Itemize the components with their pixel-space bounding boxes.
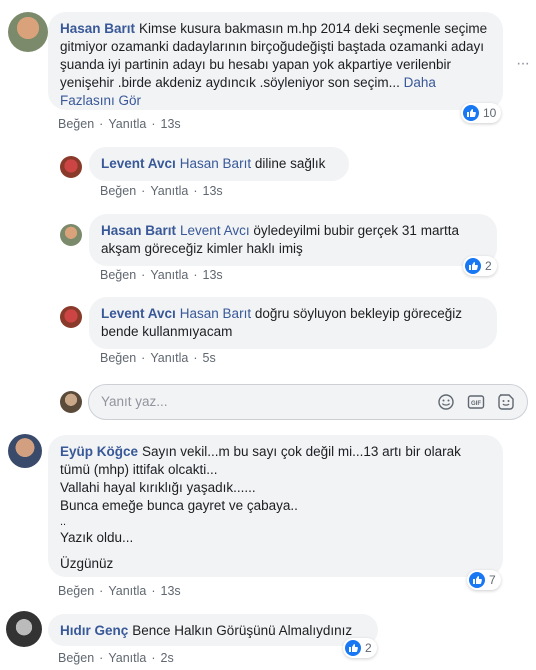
more-options-icon[interactable]: ··· (516, 55, 530, 73)
reply-button[interactable]: Yanıtla (150, 351, 188, 365)
user-avatar (60, 391, 82, 413)
sticker-icon[interactable] (497, 393, 515, 411)
like-icon (469, 572, 485, 588)
timestamp[interactable]: 13s (203, 268, 223, 282)
reply-button[interactable]: Yanıtla (108, 651, 146, 665)
mention-tag[interactable]: Hasan Barıt (180, 156, 251, 171)
comment-text: Yazık oldu... (60, 530, 134, 545)
comment-bubble: Hasan Barıt Kimse kusura bakmasın m.hp 20… (48, 12, 503, 110)
reaction-count: 7 (489, 573, 496, 587)
timestamp[interactable]: 13s (203, 184, 223, 198)
mention-tag[interactable]: Levent Avcı (180, 223, 250, 238)
like-button[interactable]: Beğen (58, 584, 94, 598)
reply-placeholder: Yanıt yaz... (101, 394, 168, 409)
timestamp[interactable]: 2s (161, 651, 174, 665)
reply-button[interactable]: Yanıtla (108, 584, 146, 598)
avatar[interactable] (60, 156, 82, 178)
reaction-count-badge[interactable]: 2 (343, 638, 377, 658)
like-button[interactable]: Beğen (100, 351, 136, 365)
comment-actions: Beğen · Yanıtla · 13s (100, 268, 223, 282)
mention-tag[interactable]: Hasan Barıt (180, 306, 251, 321)
comment-bubble: Levent Avcı Hasan Barıt diline sağlık (89, 147, 349, 181)
like-icon (345, 640, 361, 656)
comment-author[interactable]: Hıdır Genç (60, 623, 128, 638)
like-button[interactable]: Beğen (100, 184, 136, 198)
reply-button[interactable]: Yanıtla (108, 117, 146, 131)
timestamp[interactable]: 13s (161, 584, 181, 598)
like-icon (465, 258, 481, 274)
reply-button[interactable]: Yanıtla (150, 268, 188, 282)
comment-actions: Beğen · Yanıtla · 13s (100, 184, 223, 198)
reaction-count-badge[interactable]: 7 (467, 570, 501, 590)
reply-button[interactable]: Yanıtla (150, 184, 188, 198)
avatar[interactable] (60, 306, 82, 328)
comment-text: Üzgünüz (60, 556, 114, 571)
reaction-count-badge[interactable]: 2 (463, 256, 497, 276)
avatar[interactable] (8, 12, 48, 52)
reply-input[interactable]: Yanıt yaz... GIF (88, 384, 528, 420)
comment-actions: Beğen · Yanıtla · 5s (100, 351, 216, 365)
reaction-count: 2 (365, 641, 372, 655)
reaction-count-badge[interactable]: 10 (461, 103, 502, 123)
avatar[interactable] (6, 611, 42, 647)
comment-bubble: Hasan Barıt Levent Avcı öyledeyilmi bubir… (89, 214, 497, 266)
comment-author[interactable]: Levent Avcı (101, 306, 176, 321)
svg-text:GIF: GIF (471, 401, 481, 407)
comment-bubble: Hıdır Genç Bence Halkın Görüşünü Almalıyd… (48, 614, 378, 646)
avatar[interactable] (60, 224, 82, 246)
comment-text: diline sağlık (254, 156, 326, 171)
timestamp[interactable]: 13s (161, 117, 181, 131)
avatar[interactable] (8, 434, 42, 468)
like-button[interactable]: Beğen (58, 651, 94, 665)
comment-bubble: Levent Avcı Hasan Barıt doğru söyluyon be… (89, 297, 497, 349)
comment-text: Bence Halkın Görüşünü Almalıydınız (132, 623, 353, 638)
comment-text: Bunca emeğe bunca gayret ve çabaya.. (60, 498, 298, 513)
like-button[interactable]: Beğen (58, 117, 94, 131)
comment-author[interactable]: Eyüp Köğce (60, 444, 138, 459)
comment-text: .. (60, 516, 67, 528)
comment-bubble: Eyüp Köğce Sayın vekil...m bu sayı çok de… (48, 435, 503, 577)
like-button[interactable]: Beğen (100, 268, 136, 282)
comment-actions: Beğen · Yanıtla · 13s (58, 584, 181, 598)
comment-author[interactable]: Hasan Barıt (60, 21, 135, 36)
timestamp[interactable]: 5s (203, 351, 216, 365)
like-icon (463, 105, 479, 121)
comment-text: Vallahi hayal kırıklığı yaşadık...... (60, 480, 256, 495)
comment-actions: Beğen · Yanıtla · 2s (58, 651, 174, 665)
gif-icon[interactable]: GIF (467, 393, 485, 411)
emoji-icon[interactable] (437, 393, 455, 411)
comment-author[interactable]: Levent Avcı (101, 156, 176, 171)
comment-author[interactable]: Hasan Barıt (101, 223, 176, 238)
reaction-count: 10 (483, 106, 497, 120)
reaction-count: 2 (485, 259, 492, 273)
comment-actions: Beğen · Yanıtla · 13s (58, 117, 181, 131)
